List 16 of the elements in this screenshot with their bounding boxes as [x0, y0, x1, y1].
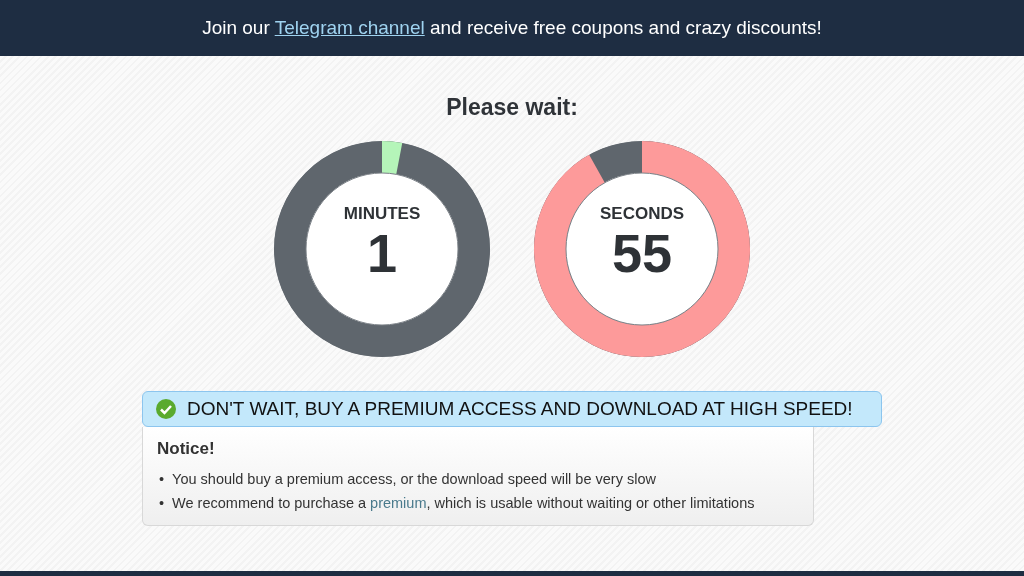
banner-text: Join our Telegram channel and receive free coupons and crazy discounts!	[202, 17, 822, 39]
check-icon	[155, 398, 177, 420]
premium-link[interactable]: premium	[370, 495, 427, 511]
bullet: •	[159, 494, 165, 513]
notice-title: Notice!	[157, 439, 216, 459]
dial-value: 1	[366, 226, 397, 280]
premium-text: DON'T WAIT, BUY A PREMIUM ACCESS AND DOWNLOAD AT HIGH SPEED!	[187, 398, 853, 420]
dial-label: MINUTES	[343, 204, 421, 224]
notice-item: You should buy a premium access, or the download speed will be very slow	[172, 470, 656, 489]
bullet: •	[159, 470, 165, 489]
dial-value: 55	[611, 226, 673, 280]
premium-banner[interactable]: DON'T WAIT, BUY A PREMIUM ACCESS AND DOWNLOAD AT HIGH SPEED!	[142, 391, 882, 427]
page-title: Please wait:	[446, 94, 578, 121]
notice-item: We recommend to purchase a premium, which is usable without waiting or other limitations	[172, 494, 755, 513]
telegram-link[interactable]: Telegram channel	[274, 17, 425, 38]
dial-label: SECONDS	[599, 204, 685, 224]
